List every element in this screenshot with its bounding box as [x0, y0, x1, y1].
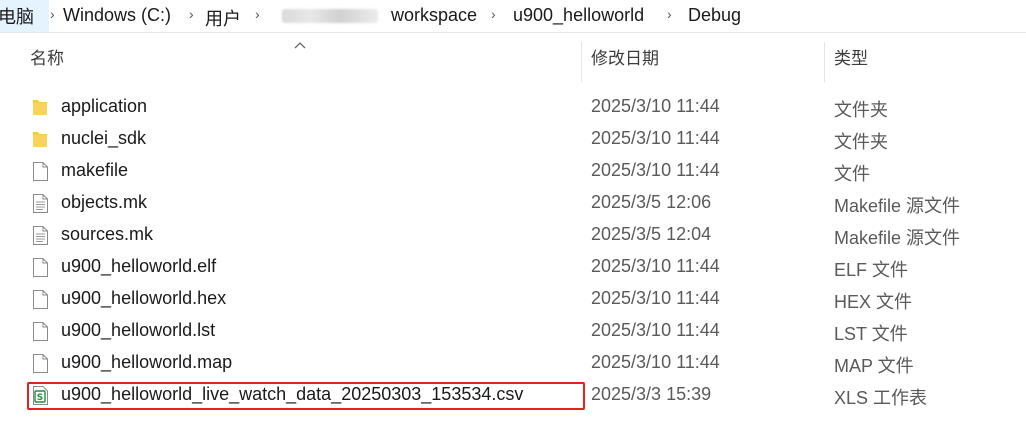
file-date: 2025/3/5 12:06 [591, 192, 712, 212]
file-icon [31, 353, 49, 374]
file-row[interactable]: u900_helloworld.map 2025/3/10 11:44 MAP 文件 [26, 347, 1026, 379]
chevron-right-icon[interactable]: › [50, 6, 55, 22]
file-type: XLS 工作表 [834, 388, 928, 408]
folder-icon [31, 129, 49, 150]
file-date: 2025/3/10 11:44 [591, 96, 720, 116]
file-icon [31, 289, 49, 310]
file-name: nuclei_sdk [61, 128, 147, 148]
breadcrumb-item-project[interactable]: u900_helloworld [513, 5, 644, 26]
file-name: makefile [61, 160, 129, 180]
file-type: HEX 文件 [834, 292, 913, 312]
breadcrumb-item-drive[interactable]: Windows (C:) [63, 5, 171, 26]
file-name: application [61, 96, 148, 116]
file-row[interactable]: u900_helloworld.lst 2025/3/10 11:44 LST 文件 [26, 315, 1026, 347]
chevron-right-icon[interactable]: › [255, 6, 260, 22]
breadcrumb-item-workspace[interactable]: workspace [391, 5, 477, 26]
file-name: objects.mk [61, 192, 148, 212]
file-name: u900_helloworld.hex [61, 288, 227, 308]
file-date: 2025/3/3 15:39 [591, 384, 712, 404]
file-icon [31, 161, 49, 182]
chevron-right-icon[interactable]: › [189, 6, 194, 22]
file-name: u900_helloworld_live_watch_data_20250303… [61, 384, 524, 404]
breadcrumb-item-debug[interactable]: Debug [688, 5, 741, 26]
file-type: 文件 [834, 164, 870, 184]
file-type: 文件夹 [834, 100, 888, 120]
column-header-name[interactable]: 名称 [30, 44, 64, 82]
text-file-icon [31, 225, 49, 246]
file-row[interactable]: application 2025/3/10 11:44 文件夹 [26, 91, 1026, 123]
breadcrumb-item-users[interactable]: 用户 [205, 5, 241, 31]
column-header-type[interactable]: 类型 [834, 44, 868, 82]
file-icon [31, 321, 49, 342]
file-row[interactable]: Su900_helloworld_live_watch_data_2025030… [26, 379, 1026, 411]
column-header-date[interactable]: 修改日期 [591, 44, 659, 82]
file-type: 文件夹 [834, 132, 888, 152]
file-date: 2025/3/10 11:44 [591, 128, 720, 148]
file-date: 2025/3/10 11:44 [591, 160, 720, 180]
file-date: 2025/3/10 11:44 [591, 320, 720, 340]
svg-text:S: S [37, 393, 43, 403]
file-type: Makefile 源文件 [834, 228, 961, 248]
file-type: Makefile 源文件 [834, 196, 961, 216]
column-divider[interactable] [581, 42, 582, 82]
file-date: 2025/3/5 12:04 [591, 224, 712, 244]
file-type: LST 文件 [834, 324, 908, 344]
file-row[interactable]: makefile 2025/3/10 11:44 文件 [26, 155, 1026, 187]
spreadsheet-icon: S [31, 385, 49, 406]
file-date: 2025/3/10 11:44 [591, 256, 720, 276]
file-row[interactable]: nuclei_sdk 2025/3/10 11:44 文件夹 [26, 123, 1026, 155]
file-name: sources.mk [61, 224, 154, 244]
breadcrumb-item-pc[interactable]: 电脑 [0, 0, 49, 32]
file-name: u900_helloworld.elf [61, 256, 217, 276]
file-type: MAP 文件 [834, 356, 914, 376]
text-file-icon [31, 193, 49, 214]
chevron-right-icon[interactable]: › [491, 6, 496, 22]
redacted-username [282, 9, 378, 23]
file-row[interactable]: sources.mk 2025/3/5 12:04 Makefile 源文件 [26, 219, 1026, 251]
file-row[interactable]: u900_helloworld.elf 2025/3/10 11:44 ELF 文件 [26, 251, 1026, 283]
file-row[interactable]: u900_helloworld.hex 2025/3/10 11:44 HEX 文件 [26, 283, 1026, 315]
chevron-right-icon[interactable]: › [667, 6, 672, 22]
file-date: 2025/3/10 11:44 [591, 352, 720, 372]
sort-ascending-icon [294, 42, 306, 49]
breadcrumb-label: 电脑 [0, 7, 34, 27]
file-name: u900_helloworld.map [61, 352, 233, 372]
file-row[interactable]: objects.mk 2025/3/5 12:06 Makefile 源文件 [26, 187, 1026, 219]
address-bar[interactable]: 电脑 › Windows (C:) › 用户 › workspace › u90… [0, 0, 1026, 33]
file-icon [31, 257, 49, 278]
file-name: u900_helloworld.lst [61, 320, 216, 340]
column-divider[interactable] [824, 42, 825, 82]
file-type: ELF 文件 [834, 260, 909, 280]
folder-icon [31, 97, 49, 118]
file-date: 2025/3/10 11:44 [591, 288, 720, 308]
